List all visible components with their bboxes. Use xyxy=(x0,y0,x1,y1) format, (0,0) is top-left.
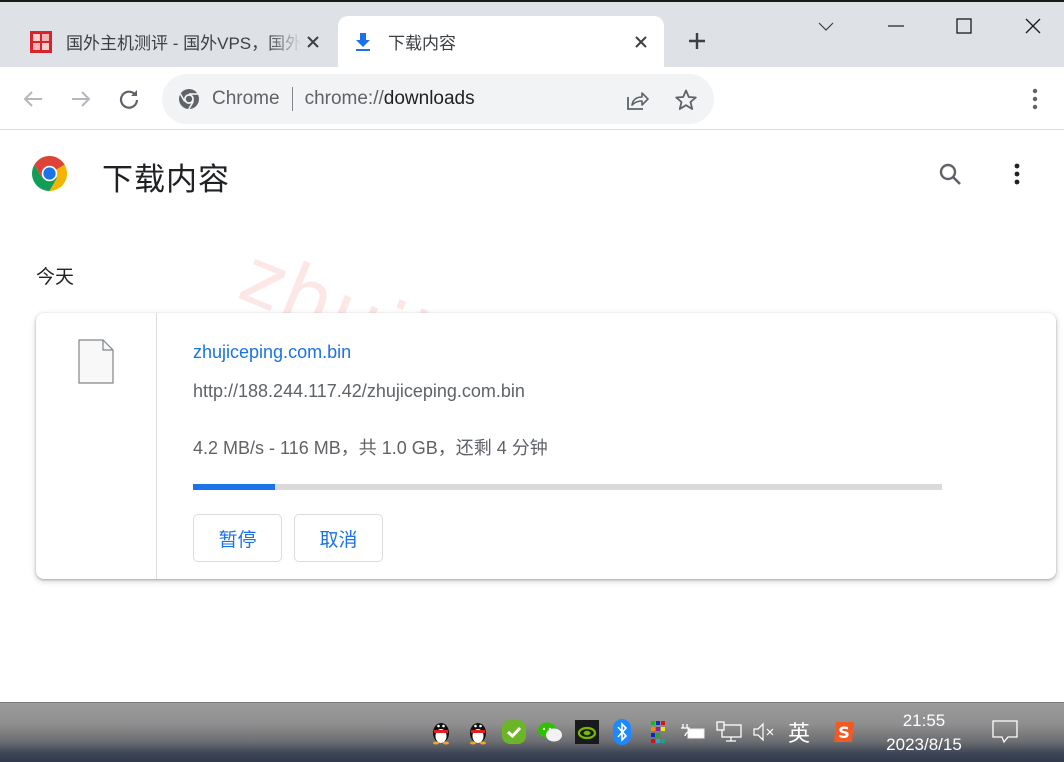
download-icon-column xyxy=(36,313,157,579)
file-icon xyxy=(78,339,114,384)
site-seal-icon xyxy=(30,30,52,53)
cancel-button[interactable]: 取消 xyxy=(294,514,383,562)
chevron-down-icon xyxy=(818,22,834,31)
bookmark-button[interactable] xyxy=(673,87,699,113)
back-button[interactable] xyxy=(17,83,49,115)
browser-toolbar: Chrome chrome://downloads xyxy=(0,67,1064,130)
system-clock[interactable]: 21:55 2023/8/15 xyxy=(876,709,972,757)
site-chip-label: Chrome xyxy=(212,88,280,109)
reload-icon xyxy=(119,90,139,109)
security-check-icon[interactable] xyxy=(501,717,527,747)
action-center-button[interactable] xyxy=(990,717,1020,747)
qq-icon[interactable] xyxy=(465,717,491,747)
more-vert-icon xyxy=(1032,88,1038,110)
close-tab-icon[interactable] xyxy=(302,31,324,53)
ime-language-indicator[interactable]: 英 xyxy=(786,717,812,747)
chrome-logo-icon xyxy=(32,156,67,191)
chip-separator xyxy=(291,87,293,111)
new-tab-button[interactable] xyxy=(682,27,712,55)
date-group-label: 今天 xyxy=(36,267,75,288)
bluetooth-icon[interactable] xyxy=(609,717,635,747)
nvidia-icon[interactable] xyxy=(574,717,600,747)
qq-icon[interactable] xyxy=(428,717,454,747)
notification-icon xyxy=(992,720,1018,744)
share-icon xyxy=(627,92,649,110)
download-progress-bar xyxy=(193,484,942,490)
pause-button[interactable]: 暂停 xyxy=(193,514,282,562)
close-tab-icon[interactable] xyxy=(630,31,652,53)
volume-muted-icon[interactable] xyxy=(752,717,778,747)
minimize-icon xyxy=(888,25,904,27)
url-text[interactable]: chrome://downloads xyxy=(305,88,475,110)
tab-strip: 国外主机测评 - 国外VPS，国外服务器 下载内容 xyxy=(0,0,1064,67)
minimize-button[interactable] xyxy=(876,10,916,42)
color-grid-icon[interactable] xyxy=(645,717,671,747)
search-icon xyxy=(939,163,961,185)
url-scheme: chrome:// xyxy=(304,88,384,109)
clock-date: 2023/8/15 xyxy=(886,735,962,754)
window-top-edge xyxy=(0,0,1064,2)
url-host: downloads xyxy=(383,88,475,109)
maximize-button[interactable] xyxy=(944,10,984,42)
chrome-site-icon xyxy=(178,88,200,110)
downloads-header: 下载内容 xyxy=(0,131,1064,217)
svg-text:S: S xyxy=(838,723,850,742)
browser-menu-button[interactable] xyxy=(1019,83,1051,115)
windows-taskbar: 英 S 21:55 2023/8/15 xyxy=(0,702,1064,762)
file-source-url[interactable]: http://188.244.117.42/zhujiceping.com.bi… xyxy=(193,381,525,402)
forward-button[interactable] xyxy=(65,83,97,115)
download-progress-fill xyxy=(193,484,276,490)
clock-time: 21:55 xyxy=(902,711,946,730)
tab-search-button[interactable] xyxy=(806,10,846,42)
page-title: 下载内容 xyxy=(102,162,230,197)
arrow-left-icon xyxy=(23,91,42,107)
file-name-link[interactable]: zhujiceping.com.bin xyxy=(193,342,351,363)
arrow-right-icon xyxy=(72,91,91,107)
browser-window: 国外主机测评 - 国外VPS，国外服务器 下载内容 xyxy=(0,0,1064,762)
download-item: zhujiceping.com.bin http://188.244.117.4… xyxy=(36,313,1056,579)
close-icon xyxy=(1025,18,1041,34)
tab-downloads[interactable]: 下载内容 xyxy=(338,16,664,67)
close-window-button[interactable] xyxy=(1013,10,1053,42)
download-icon xyxy=(352,31,374,53)
ime-label: 英 xyxy=(787,721,810,746)
sogou-input-icon[interactable]: S xyxy=(831,717,857,747)
reload-button[interactable] xyxy=(113,83,145,115)
maximize-icon xyxy=(956,18,972,34)
network-icon[interactable] xyxy=(716,717,742,747)
wechat-icon[interactable] xyxy=(537,717,563,747)
share-button[interactable] xyxy=(625,87,651,113)
search-downloads-button[interactable] xyxy=(935,159,965,189)
address-bar[interactable]: Chrome chrome://downloads xyxy=(162,74,714,124)
downloads-page: zhujiceping.com 下载内容 今天 zhujiceping.co xyxy=(0,131,1064,702)
tab-title: 国外主机测评 - 国外VPS，国外服务器 xyxy=(66,34,302,53)
download-status: 4.2 MB/s - 116 MB，共 1.0 GB，还剩 4 分钟 xyxy=(193,438,548,458)
tab-site[interactable]: 国外主机测评 - 国外VPS，国外服务器 xyxy=(16,16,336,67)
more-vert-icon xyxy=(1014,163,1020,185)
tab-title: 下载内容 xyxy=(388,34,456,53)
power-icon[interactable] xyxy=(680,717,706,747)
downloads-menu-button[interactable] xyxy=(1002,159,1032,189)
star-icon xyxy=(675,89,697,110)
